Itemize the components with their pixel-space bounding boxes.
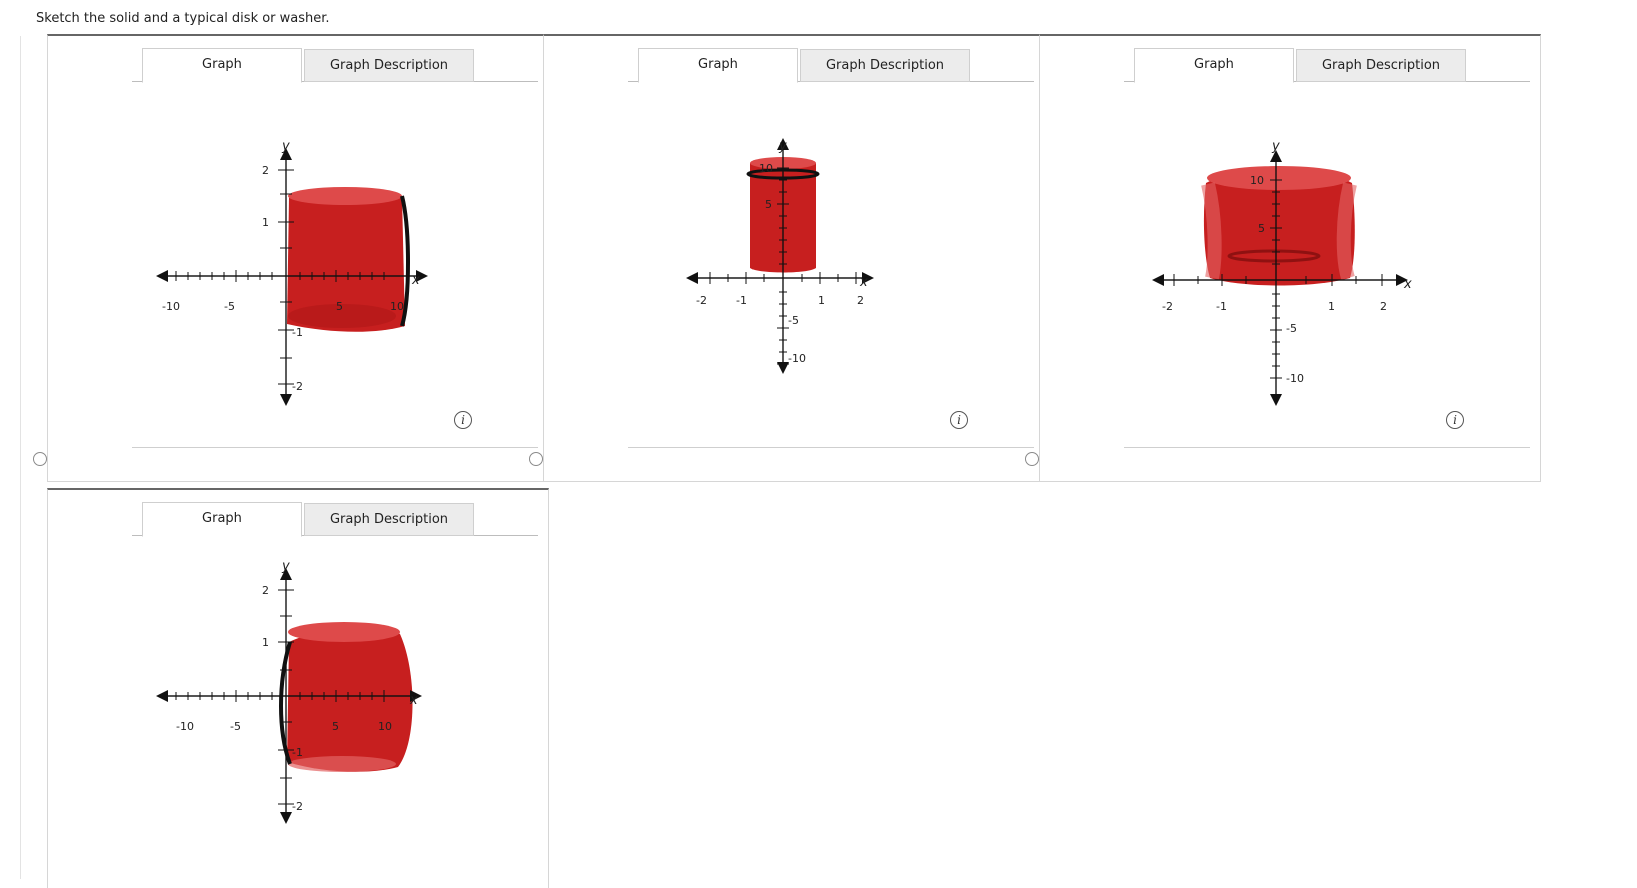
panel-divider bbox=[1124, 447, 1530, 448]
x-tick-label: -1 bbox=[736, 294, 747, 307]
tab-bar: Graph Graph Description bbox=[132, 48, 538, 83]
tab-graph-description[interactable]: Graph Description bbox=[1296, 49, 1466, 82]
x-axis-label: x bbox=[409, 693, 418, 708]
tab-graph-description[interactable]: Graph Description bbox=[304, 503, 474, 536]
graph-area: -2 -1 1 2 10 5 -5 -10 x y bbox=[628, 88, 1034, 406]
y-tick-label: -1 bbox=[292, 326, 303, 339]
x-tick-label: -10 bbox=[162, 300, 180, 313]
y-axis-label: y bbox=[281, 139, 290, 154]
y-tick-label: -10 bbox=[1286, 372, 1304, 385]
info-icon[interactable]: i bbox=[950, 411, 968, 429]
y-tick-label: 10 bbox=[1250, 174, 1264, 187]
question-prompt: Sketch the solid and a typical disk or w… bbox=[36, 11, 330, 26]
y-tick-label: -5 bbox=[788, 314, 799, 327]
tab-graph[interactable]: Graph bbox=[1134, 48, 1294, 83]
y-axis-label: y bbox=[778, 139, 787, 154]
answer-option-1: Graph Graph Description -10 -5 5 10 2 1 … bbox=[47, 34, 549, 482]
y-tick-label: -2 bbox=[292, 380, 303, 393]
tab-graph[interactable]: Graph bbox=[142, 48, 302, 83]
info-icon[interactable]: i bbox=[1446, 411, 1464, 429]
answer-option-2: Graph Graph Description -2 -1 1 2 10 5 -… bbox=[543, 34, 1045, 482]
tab-graph-description[interactable]: Graph Description bbox=[304, 49, 474, 82]
x-tick-label: -5 bbox=[230, 720, 241, 733]
y-tick-label: -2 bbox=[292, 800, 303, 813]
panel-divider bbox=[132, 447, 538, 448]
y-tick-label: 1 bbox=[262, 216, 269, 229]
solid-graph: -10 -5 5 10 2 1 -1 -2 x y bbox=[156, 559, 422, 824]
x-tick-label: -5 bbox=[224, 300, 235, 313]
radio-option-3[interactable] bbox=[1025, 452, 1039, 466]
x-tick-label: 5 bbox=[336, 300, 343, 313]
y-tick-label: 5 bbox=[765, 198, 772, 211]
y-tick-label: 5 bbox=[1258, 222, 1265, 235]
y-tick-label: 1 bbox=[262, 636, 269, 649]
x-tick-label: 10 bbox=[390, 300, 404, 313]
radio-option-2[interactable] bbox=[529, 452, 543, 466]
graph-area: -2 -1 1 2 10 5 -5 -10 x y bbox=[1124, 88, 1530, 406]
solid-graph: -2 -1 1 2 10 5 -5 -10 x y bbox=[686, 138, 874, 374]
solid-graph: -2 -1 1 2 10 5 -5 -10 x y bbox=[1152, 139, 1412, 406]
x-tick-label: 2 bbox=[1380, 300, 1387, 313]
x-axis-label: x bbox=[1403, 277, 1412, 292]
graph-area: -10 -5 5 10 2 1 -1 -2 x y bbox=[132, 542, 538, 860]
tab-bar: Graph Graph Description bbox=[132, 502, 538, 537]
tab-graph[interactable]: Graph bbox=[638, 48, 798, 83]
tab-bar: Graph Graph Description bbox=[628, 48, 1034, 83]
x-tick-label: 1 bbox=[818, 294, 825, 307]
y-tick-label: -5 bbox=[1286, 322, 1297, 335]
x-tick-label: -10 bbox=[176, 720, 194, 733]
y-tick-label: -1 bbox=[292, 746, 303, 759]
x-tick-label: 1 bbox=[1328, 300, 1335, 313]
x-tick-label: 5 bbox=[332, 720, 339, 733]
answer-option-3: Graph Graph Description -2 -1 1 2 10 5 -… bbox=[1039, 34, 1541, 482]
tab-bar: Graph Graph Description bbox=[1124, 48, 1530, 83]
y-tick-label: 10 bbox=[759, 162, 773, 175]
x-axis-label: x bbox=[411, 273, 420, 288]
y-tick-label: 2 bbox=[262, 164, 269, 177]
x-tick-label: -2 bbox=[696, 294, 707, 307]
x-tick-label: 10 bbox=[378, 720, 392, 733]
y-tick-label: -10 bbox=[788, 352, 806, 365]
radio-option-1[interactable] bbox=[33, 452, 47, 466]
x-tick-label: -2 bbox=[1162, 300, 1173, 313]
tab-graph[interactable]: Graph bbox=[142, 502, 302, 537]
panel-divider bbox=[628, 447, 1034, 448]
content-border bbox=[20, 36, 21, 879]
solid-graph: -10 -5 5 10 2 1 -1 -2 x y bbox=[156, 139, 428, 406]
y-axis-label: y bbox=[1271, 139, 1280, 154]
y-axis-label: y bbox=[281, 559, 290, 574]
x-tick-label: -1 bbox=[1216, 300, 1227, 313]
answer-option-4: Graph Graph Description -10 -5 5 10 2 1 … bbox=[47, 488, 549, 888]
x-tick-label: 2 bbox=[857, 294, 864, 307]
x-axis-label: x bbox=[859, 275, 868, 290]
y-tick-label: 2 bbox=[262, 584, 269, 597]
graph-area: -10 -5 5 10 2 1 -1 -2 x y bbox=[132, 88, 538, 406]
info-icon[interactable]: i bbox=[454, 411, 472, 429]
tab-graph-description[interactable]: Graph Description bbox=[800, 49, 970, 82]
